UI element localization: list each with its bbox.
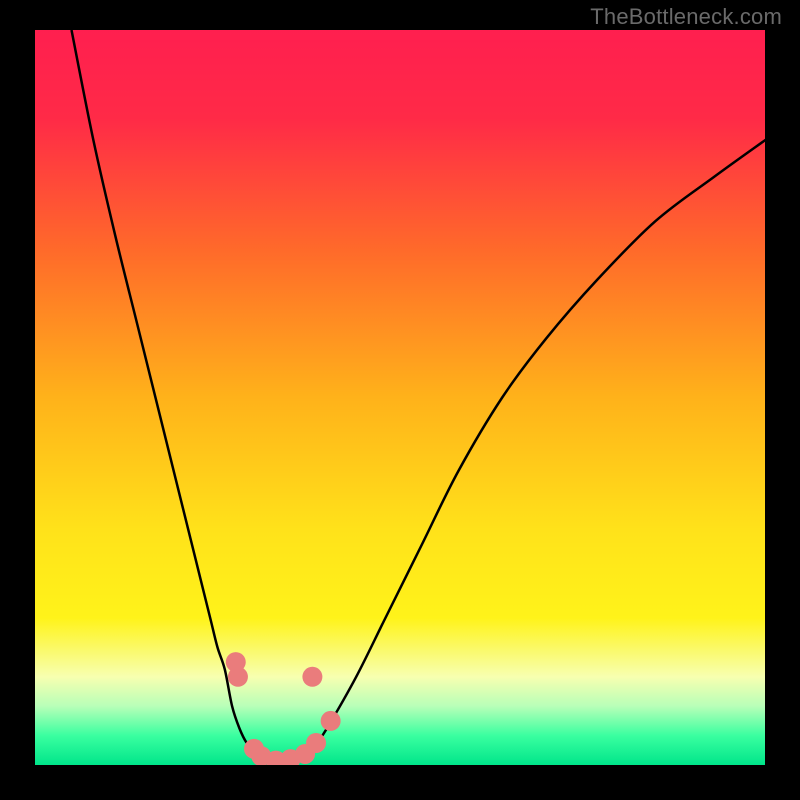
marker-point: [228, 667, 248, 687]
watermark-text: TheBottleneck.com: [590, 4, 782, 30]
gradient-background: [35, 30, 765, 765]
marker-point: [302, 667, 322, 687]
chart-plot-area: [35, 30, 765, 765]
marker-point: [306, 733, 326, 753]
marker-point: [321, 711, 341, 731]
chart-svg: [35, 30, 765, 765]
